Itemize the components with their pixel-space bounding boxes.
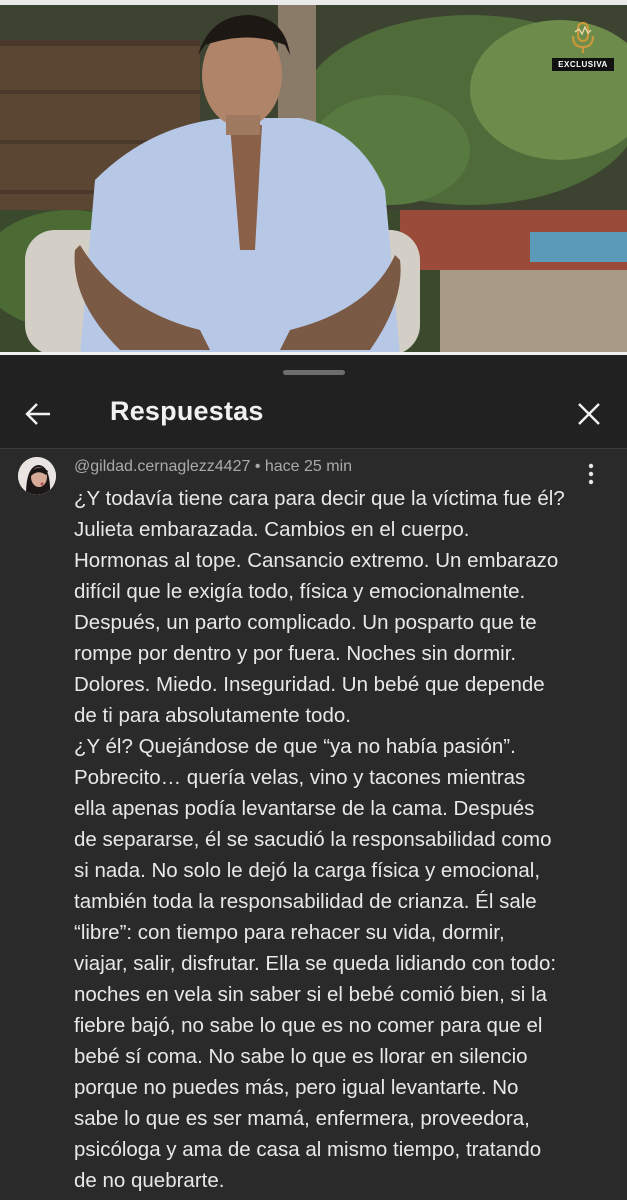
comment-line: sabe lo que es ser mamá, enfermera, prov…	[74, 1107, 530, 1130]
comment-line: noches en vela sin saber si el bebé comi…	[74, 983, 547, 1006]
avatar-image	[18, 457, 56, 495]
back-button[interactable]	[16, 392, 60, 436]
channel-badge: EXCLUSIVA	[547, 20, 619, 80]
badge-label: EXCLUSIVA	[552, 58, 614, 71]
video-player[interactable]: EXCLUSIVA	[0, 0, 627, 355]
comment-time: hace 25 min	[264, 458, 353, 475]
comment-line: rompe por dentro y por fuera. Noches sin…	[74, 642, 517, 665]
video-progress-track	[0, 352, 627, 355]
sheet-header: Respuestas	[0, 380, 627, 446]
drag-handle[interactable]	[283, 370, 345, 375]
comment-meta: @gildad.cernaglezz4427 • hace 25 min	[74, 458, 352, 476]
comment-line: ella apenas podía levantarse de la cama.…	[74, 797, 535, 820]
comment-line: porque no puedes más, pero igual levanta…	[74, 1076, 519, 1099]
comment-line: viajar, salir, disfrutar. Ella se queda …	[74, 952, 557, 975]
comment-item: @gildad.cernaglezz4427 • hace 25 min ¿Y …	[0, 449, 627, 1200]
comment-line: ¿Y todavía tiene cara para decir que la …	[74, 487, 565, 510]
comment-line: Pobrecito… quería velas, vino y tacones …	[74, 766, 526, 789]
comment-line: de no quebrarte.	[74, 1169, 225, 1192]
close-icon	[578, 403, 600, 425]
sheet-title: Respuestas	[110, 396, 264, 426]
comment-line: Hormonas al tope. Cansancio extremo. Un …	[74, 549, 559, 572]
meta-separator: •	[254, 458, 261, 475]
comment-line: fiebre bajó, no sabe lo que es no comer …	[74, 1014, 543, 1037]
comment-text: ¿Y todavía tiene cara para decir que la …	[74, 483, 614, 1196]
comment-author[interactable]: @gildad.cernaglezz4427	[74, 458, 250, 475]
comment-line: Dolores. Miedo. Inseguridad. Un bebé que…	[74, 673, 545, 696]
comment-line: de separarse, él se sacudió la responsab…	[74, 828, 552, 851]
comment-line: también toda la responsabilidad de crian…	[74, 890, 537, 913]
comment-line: difícil que le exigía todo, física y emo…	[74, 580, 526, 603]
close-button[interactable]	[567, 392, 611, 436]
comment-line: bebé sí coma. No sabe lo que es llorar e…	[74, 1045, 528, 1068]
comment-line: ¿Y él? Quejándose de que “ya no había pa…	[74, 735, 516, 758]
replies-sheet: Respuestas @gildad.cernaglezz4427 • hace…	[0, 356, 627, 1200]
comment-line: si nada. No solo le dejó la carga física…	[74, 859, 541, 882]
avatar[interactable]	[18, 457, 56, 495]
comment-line: de ti para absolutamente todo.	[74, 704, 351, 727]
video-frame-image	[0, 0, 627, 355]
comment-line: “libre”: con tiempo para rehacer su vida…	[74, 921, 505, 944]
microphone-icon	[571, 21, 595, 53]
screen: EXCLUSIVA Respuestas @gildad.cernaglezz4…	[0, 0, 627, 1200]
comment-line: psicóloga y ama de casa al mismo tiempo,…	[74, 1138, 542, 1161]
video-top-edge	[0, 0, 627, 5]
comment-line: Después, un parto complicado. Un pospart…	[74, 611, 537, 634]
comment-line: Julieta embarazada. Cambios en el cuerpo…	[74, 518, 470, 541]
arrow-left-icon	[25, 403, 50, 425]
